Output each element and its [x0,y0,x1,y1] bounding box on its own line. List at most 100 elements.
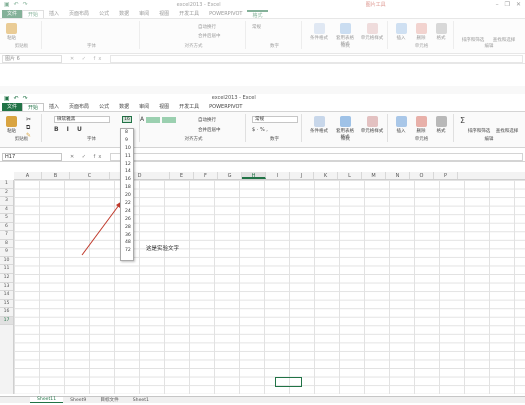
column-header-p[interactable]: P [434,172,458,179]
row-header-1[interactable]: 1 [0,180,13,189]
redo-icon[interactable]: ↷ [23,95,28,102]
row-header-14[interactable]: 14 [0,291,13,300]
column-header-g[interactable]: G [218,172,242,179]
font-size-option[interactable]: 16 [121,176,133,184]
tab-data[interactable]: 数据 [114,103,134,111]
back-tab-review[interactable]: 审阅 [134,10,154,18]
font-size-box[interactable]: 16 [122,116,132,123]
column-header-k[interactable]: K [314,172,338,179]
font-size-option[interactable]: 8 [121,129,133,137]
tab-page-layout[interactable]: 页面布局 [64,103,94,111]
font-size-option[interactable]: 28 [121,224,133,232]
copy-icon[interactable]: ⧉ [26,124,30,132]
font-size-option[interactable]: 18 [121,184,133,192]
back-cell-style-button[interactable]: 单元格样式 [359,23,385,41]
selected-cell[interactable] [275,377,302,387]
font-size-option[interactable]: 36 [121,232,133,240]
back-number-format[interactable]: 常规 [252,24,261,30]
paste-button[interactable]: 粘贴 [6,116,17,134]
font-size-option[interactable]: 10 [121,145,133,153]
back-tab-layout[interactable]: 页面布局 [64,10,94,18]
find-select-button[interactable]: 查找和选择 [494,128,520,134]
row-header-6[interactable]: 6 [0,223,13,232]
row-header-8[interactable]: 8 [0,240,13,249]
back-insert-button[interactable]: 插入 [392,23,410,41]
row-header-13[interactable]: 13 [0,283,13,292]
merge-center-button[interactable]: 合并后居中 [198,127,221,133]
font-size-option[interactable]: 72 [121,247,133,255]
row-header-11[interactable]: 11 [0,265,13,275]
tab-view[interactable]: 视图 [154,103,174,111]
row-header-2[interactable]: 2 [0,189,13,198]
font-size-option[interactable]: 24 [121,208,133,216]
back-merge-button[interactable]: 合并后居中 [198,33,221,39]
tab-insert[interactable]: 插入 [44,103,64,111]
column-header-o[interactable]: O [410,172,434,179]
font-size-option[interactable]: 48 [121,239,133,247]
number-format-box[interactable]: 常规 [252,116,298,123]
tab-formulas[interactable]: 公式 [94,103,114,111]
undo-icon[interactable]: ↶ [14,1,19,8]
font-name-box[interactable]: 微软雅黑 [54,116,110,123]
insert-button[interactable]: 插入 [392,116,410,134]
back-wrap-button[interactable]: 自动换行 [198,24,216,30]
save-icon[interactable]: ▣ [4,1,10,8]
tab-powerpivot[interactable]: POWERPIVOT [204,103,247,111]
column-header-b[interactable]: B [42,172,70,179]
row-header-16[interactable]: 16 [0,308,13,317]
font-size-option[interactable]: 11 [121,153,133,161]
row-header-9[interactable]: 9 [0,248,13,257]
back-name-box[interactable]: 图片 6 [2,54,62,63]
row-header-3[interactable]: 3 [0,197,13,206]
column-header-f[interactable]: F [194,172,218,179]
font-size-option[interactable]: 12 [121,161,133,169]
column-header-m[interactable]: M [362,172,386,179]
column-header-d[interactable]: D [110,172,170,179]
back-delete-button[interactable]: 删除 [412,23,430,41]
close-icon[interactable]: ✕ [516,1,521,8]
back-tab-powerpivot[interactable]: POWERPIVOT [204,10,247,18]
formula-input[interactable] [110,152,523,161]
back-tab-view[interactable]: 视图 [154,10,174,18]
back-tab-data[interactable]: 数据 [114,10,134,18]
column-header-h[interactable]: H [242,172,266,179]
column-header-j[interactable]: J [290,172,314,179]
font-size-option[interactable]: 9 [121,137,133,145]
back-tab-file[interactable]: 文件 [2,10,23,18]
restore-icon[interactable]: ❐ [505,1,510,8]
tab-file[interactable]: 文件 [2,103,23,111]
column-header-l[interactable]: L [338,172,362,179]
font-size-option[interactable]: 22 [121,200,133,208]
format-button[interactable]: 格式 [432,116,450,134]
row-header-5[interactable]: 5 [0,214,13,223]
minimize-icon[interactable]: – [496,1,499,8]
percent-icon[interactable]: $ · % , [252,127,268,133]
back-format-button[interactable]: 格式 [432,23,450,41]
back-tab-insert[interactable]: 插入 [44,10,64,18]
sort-filter-button[interactable]: 排序和筛选 [466,128,492,134]
sheet-tab[interactable]: 目标文件 [93,397,125,403]
back-cond-format-button[interactable]: 条件格式 [307,23,331,41]
row-header-7[interactable]: 7 [0,231,13,240]
tab-developer[interactable]: 开发工具 [174,103,204,111]
sheet-tab[interactable]: Sheet9 [63,398,93,403]
row-header-17[interactable]: 17 [0,316,13,326]
name-box[interactable]: H17 [2,152,62,161]
column-header-c[interactable]: C [70,172,110,179]
undo-icon[interactable]: ↶ [14,95,19,102]
back-tab-formulas[interactable]: 公式 [94,10,114,18]
back-paste-button[interactable]: 粘贴 [6,23,17,41]
row-header-10[interactable]: 10 [0,257,13,266]
cell-text[interactable]: 这是实验文字 [146,244,179,252]
back-tab-developer[interactable]: 开发工具 [174,10,204,18]
tab-review[interactable]: 审阅 [134,103,154,111]
back-formula-input[interactable] [110,54,523,63]
sheet-tab[interactable]: Sheet11 [30,397,64,403]
cut-icon[interactable]: ✂ [26,116,31,123]
row-header-12[interactable]: 12 [0,274,13,283]
autosum-icon[interactable]: Σ [460,116,465,125]
font-size-option[interactable]: 20 [121,192,133,200]
row-header-4[interactable]: 4 [0,206,13,215]
column-header-a[interactable]: A [14,172,42,179]
cell-style-button[interactable]: 单元格样式 [359,116,385,134]
